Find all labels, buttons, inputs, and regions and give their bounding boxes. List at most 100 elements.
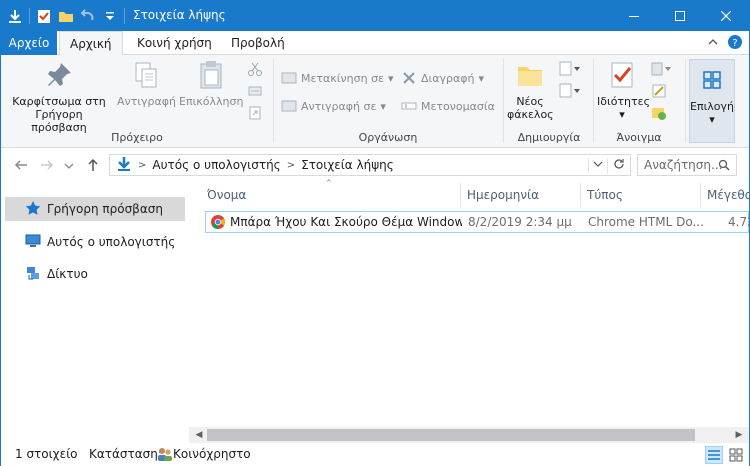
cut-icon[interactable]	[247, 61, 263, 80]
rename-label: Μετονομασία	[421, 99, 495, 113]
copy-label: Αντιγραφή	[117, 95, 176, 108]
search-box[interactable]: Αναζήτηση...	[637, 154, 737, 176]
tab-view[interactable]: Προβολή	[221, 31, 295, 55]
breadcrumb-downloads[interactable]: Στοιχεία λήψης	[297, 158, 398, 172]
group-separator	[593, 59, 594, 143]
file-row[interactable]: Μπάρα Ήχου Και Σκούρο Θέμα Windows... 8/…	[205, 211, 750, 233]
qat-separator	[124, 8, 125, 24]
copy-path-icon[interactable]	[247, 83, 263, 102]
edit-icon[interactable]	[651, 83, 667, 102]
file-size: 4.72	[728, 215, 750, 229]
large-icons-view-button[interactable]	[727, 446, 745, 464]
status-state-value: Κοινόχρηστο	[173, 447, 251, 461]
qat-dropdown-icon[interactable]	[102, 8, 118, 24]
ribbon-tab-controls: ?	[707, 34, 743, 53]
tab-share[interactable]: Κοινή χρήση	[127, 31, 222, 55]
minimize-button[interactable]	[611, 1, 657, 31]
chevron-down-icon: ▾	[388, 71, 394, 85]
pin-quick-access-button[interactable]: Καρφίτσωμα στη Γρήγορη πρόσβαση	[7, 59, 111, 134]
downloads-location-icon	[110, 156, 136, 175]
navigation-pane: Γρήγορη πρόσβαση Αυτός ο υπολογιστής Δίκ…	[1, 183, 187, 439]
easy-access-icon[interactable]	[559, 83, 581, 102]
breadcrumb-chevron-icon[interactable]: >	[136, 160, 148, 171]
search-placeholder: Αναζήτηση...	[644, 158, 723, 172]
copy-to-button[interactable]: Αντιγραφή σε ▾	[281, 97, 386, 115]
computer-icon	[25, 233, 41, 252]
file-name: Μπάρα Ήχου Και Σκούρο Θέμα Windows...	[230, 215, 462, 229]
rename-icon	[401, 98, 417, 114]
chevron-down-icon: ▾	[709, 113, 715, 126]
ribbon-collapse-icon[interactable]	[707, 36, 719, 51]
properties-button[interactable]: Ιδιότητες ▾	[597, 59, 651, 121]
refresh-icon[interactable]	[607, 157, 630, 173]
pin-label-line1: Καρφίτσωμα στη	[12, 95, 106, 108]
breadcrumb-chevron-icon[interactable]: >	[285, 160, 297, 171]
item-count: 1 στοιχείο	[15, 447, 78, 461]
quick-access-toolbar	[7, 6, 125, 26]
nav-item-quick-access[interactable]: Γρήγορη πρόσβαση	[5, 197, 185, 221]
column-header-date[interactable]: Ημερομηνία τροπ...	[461, 183, 581, 226]
delete-button[interactable]: Διαγραφή ▾	[401, 69, 484, 87]
back-button[interactable]	[13, 157, 29, 173]
properties-check-icon[interactable]	[36, 8, 52, 24]
select-button[interactable]: Επιλογή ▾	[689, 59, 735, 143]
address-history-dropdown[interactable]	[588, 158, 607, 172]
open-icon[interactable]	[651, 61, 673, 80]
paste-shortcut-icon[interactable]	[247, 105, 263, 124]
scroll-right-icon[interactable]: ▶	[731, 427, 747, 443]
scrollbar-thumb[interactable]	[207, 429, 695, 441]
chevron-down-icon: ▾	[478, 71, 485, 85]
column-header-type[interactable]: Τύπος	[581, 183, 701, 207]
history-icon[interactable]	[651, 105, 667, 124]
paste-button[interactable]: Επικόλληση	[179, 59, 243, 108]
chevron-down-icon: ▾	[619, 108, 625, 121]
chevron-down-icon: ▾	[380, 99, 386, 113]
help-icon[interactable]: ?	[727, 34, 743, 53]
nav-item-network[interactable]: Δίκτυο	[5, 262, 185, 286]
rename-button[interactable]: Μετονομασία	[401, 97, 495, 115]
close-button[interactable]	[703, 1, 749, 31]
breadcrumb-this-pc[interactable]: Αυτός ο υπολογιστής	[148, 158, 284, 172]
nav-item-label: Δίκτυο	[47, 267, 88, 281]
paste-label: Επικόλληση	[179, 95, 244, 108]
group-separator	[503, 59, 504, 143]
details-view-button[interactable]	[705, 446, 723, 464]
tab-file[interactable]: Αρχείο	[1, 31, 57, 55]
downloads-arrow-icon[interactable]	[7, 8, 23, 24]
address-bar[interactable]: > Αυτός ο υπολογιστής > Στοιχεία λήψης	[109, 154, 631, 176]
paste-icon	[195, 59, 227, 91]
select-label: Επιλογή	[690, 100, 735, 113]
forward-button[interactable]	[39, 157, 55, 173]
nav-item-label: Γρήγορη πρόσβαση	[47, 202, 163, 216]
column-header-size[interactable]: Μέγεθος	[701, 183, 750, 207]
maximize-button[interactable]	[657, 1, 703, 31]
up-button[interactable]	[85, 157, 101, 173]
scroll-left-icon[interactable]: ◀	[191, 427, 207, 443]
status-bar: 1 στοιχείο Κατάσταση: Κοινόχρηστο	[1, 444, 749, 466]
move-to-button[interactable]: Μετακίνηση σε ▾	[281, 69, 394, 87]
group-label-open: Άνοιγμα	[616, 131, 662, 144]
new-folder-button[interactable]: Νέος φάκελος	[507, 59, 554, 121]
ribbon-home: Καρφίτσωμα στη Γρήγορη πρόσβαση Αντιγραφ…	[1, 55, 749, 148]
new-folder-icon[interactable]	[58, 8, 74, 24]
qat-separator	[29, 8, 30, 24]
select-grid-icon	[696, 64, 728, 96]
star-icon	[25, 200, 41, 219]
move-to-label: Μετακίνηση σε	[301, 71, 384, 85]
title-bar: Στοιχεία λήψης	[1, 1, 749, 31]
copy-button[interactable]: Αντιγραφή	[117, 59, 176, 108]
recent-locations-button[interactable]	[63, 157, 75, 173]
tab-home[interactable]: Αρχική	[59, 31, 123, 56]
chrome-file-icon	[210, 214, 226, 233]
properties-icon	[606, 59, 638, 91]
horizontal-scrollbar[interactable]: ◀ ▶	[189, 427, 749, 443]
properties-label: Ιδιότητες	[597, 95, 651, 108]
copy-to-label: Αντιγραφή σε	[301, 99, 377, 113]
group-separator	[685, 59, 686, 143]
column-header-name[interactable]: Όνομα	[201, 183, 461, 207]
undo-icon[interactable]	[80, 8, 96, 24]
nav-item-this-pc[interactable]: Αυτός ο υπολογιστής	[5, 230, 185, 254]
network-icon	[25, 265, 41, 284]
copy-to-icon	[281, 98, 297, 114]
new-item-icon[interactable]	[559, 61, 581, 80]
